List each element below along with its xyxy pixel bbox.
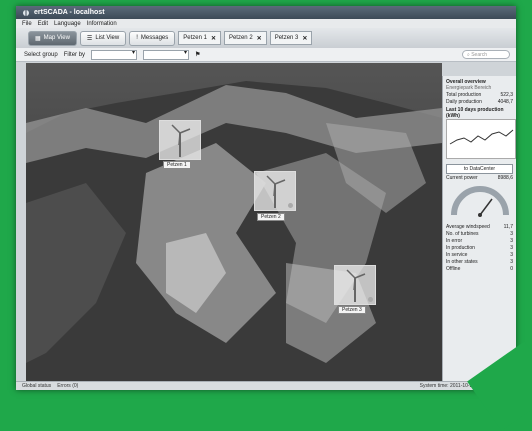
tab-map-view[interactable]: ▦ Map View: [28, 30, 77, 46]
status-bar: Global status Errors (0) System time: 20…: [16, 381, 516, 390]
menu-information[interactable]: Information: [87, 21, 117, 27]
status-dot: [288, 203, 293, 208]
flag-icon[interactable]: ⚑: [195, 51, 200, 58]
turbine-label-1[interactable]: Petzen 1: [163, 161, 191, 169]
turbine-label-3[interactable]: Petzen 3: [338, 306, 366, 314]
menu-language[interactable]: Language: [54, 21, 81, 27]
turbine-label-2[interactable]: Petzen 2: [257, 213, 285, 221]
production-sparkline: [446, 119, 516, 159]
filter-dropdown-2[interactable]: [143, 49, 190, 60]
state-row-service: In service 3: [446, 251, 513, 258]
app-icon: [23, 9, 29, 16]
chart-title: Last 10 days production (kWh): [446, 107, 504, 119]
terrain-image: [26, 63, 442, 381]
close-icon[interactable]: ✕: [257, 35, 262, 42]
turbine-marker-1[interactable]: [159, 120, 201, 160]
tab-bar: ▦ Map View ☰ List View ! Messages Petzen…: [16, 28, 516, 48]
search-input[interactable]: ⌕ Search: [462, 50, 510, 59]
state-row-error: In error 3: [446, 237, 513, 244]
filter-by-label: Filter by: [63, 51, 86, 58]
filter-dropdown-1[interactable]: [91, 49, 138, 60]
avg-windspeed-row: Average windspeed 11,7: [446, 223, 513, 230]
turbines-row: No. of turbines 3: [446, 230, 513, 237]
datacenter-button[interactable]: to DataCenter: [446, 164, 513, 174]
close-icon[interactable]: ✕: [302, 35, 307, 42]
total-production-row: Total production 522,3: [446, 91, 513, 98]
map-icon: ▦: [35, 35, 41, 42]
state-row-other: In other states 3: [446, 258, 513, 265]
power-gauge: [451, 186, 509, 217]
current-power-row: Current power 8988,6: [446, 174, 513, 181]
app-window: ertSCADA - localhost File Edit Language …: [16, 6, 516, 390]
state-row-offline: Offline 0: [446, 265, 513, 272]
tab-petzen-1[interactable]: Petzen 1 ✕: [178, 31, 221, 45]
status-dot: [368, 297, 373, 302]
menu-bar: File Edit Language Information: [16, 19, 516, 28]
close-icon[interactable]: ✕: [211, 35, 216, 42]
global-status: Global status: [22, 383, 52, 389]
tab-messages[interactable]: ! Messages: [129, 30, 176, 46]
list-icon: ☰: [86, 35, 93, 42]
daily-production-row: Daily production 4048,7: [446, 98, 513, 105]
tab-list-view[interactable]: ☰ List View: [79, 30, 127, 46]
error-count[interactable]: Errors (0): [57, 383, 78, 389]
tab-petzen-2[interactable]: Petzen 2 ✕: [223, 31, 267, 45]
toolbar: Select group Filter by ⚑ ⌕ Search: [16, 48, 516, 62]
window-title: ertSCADA - localhost: [34, 9, 105, 16]
turbine-marker-3[interactable]: [334, 265, 376, 305]
state-row-production: In production 3: [446, 244, 513, 251]
window-titlebar: ertSCADA - localhost: [16, 6, 516, 19]
select-group-label[interactable]: Select group: [24, 52, 58, 58]
tab-petzen-3[interactable]: Petzen 3 ✕: [269, 31, 313, 45]
wind-turbine-icon: [171, 124, 191, 157]
turbine-marker-2[interactable]: [254, 171, 296, 211]
menu-edit[interactable]: Edit: [38, 21, 48, 27]
menu-file[interactable]: File: [22, 21, 32, 27]
map-view[interactable]: Petzen 1 Petzen 2 Petzen 3: [26, 63, 442, 381]
messages-icon: !: [136, 35, 138, 41]
overview-panel: Overall overview Energiepark Bereich Tot…: [442, 76, 516, 381]
